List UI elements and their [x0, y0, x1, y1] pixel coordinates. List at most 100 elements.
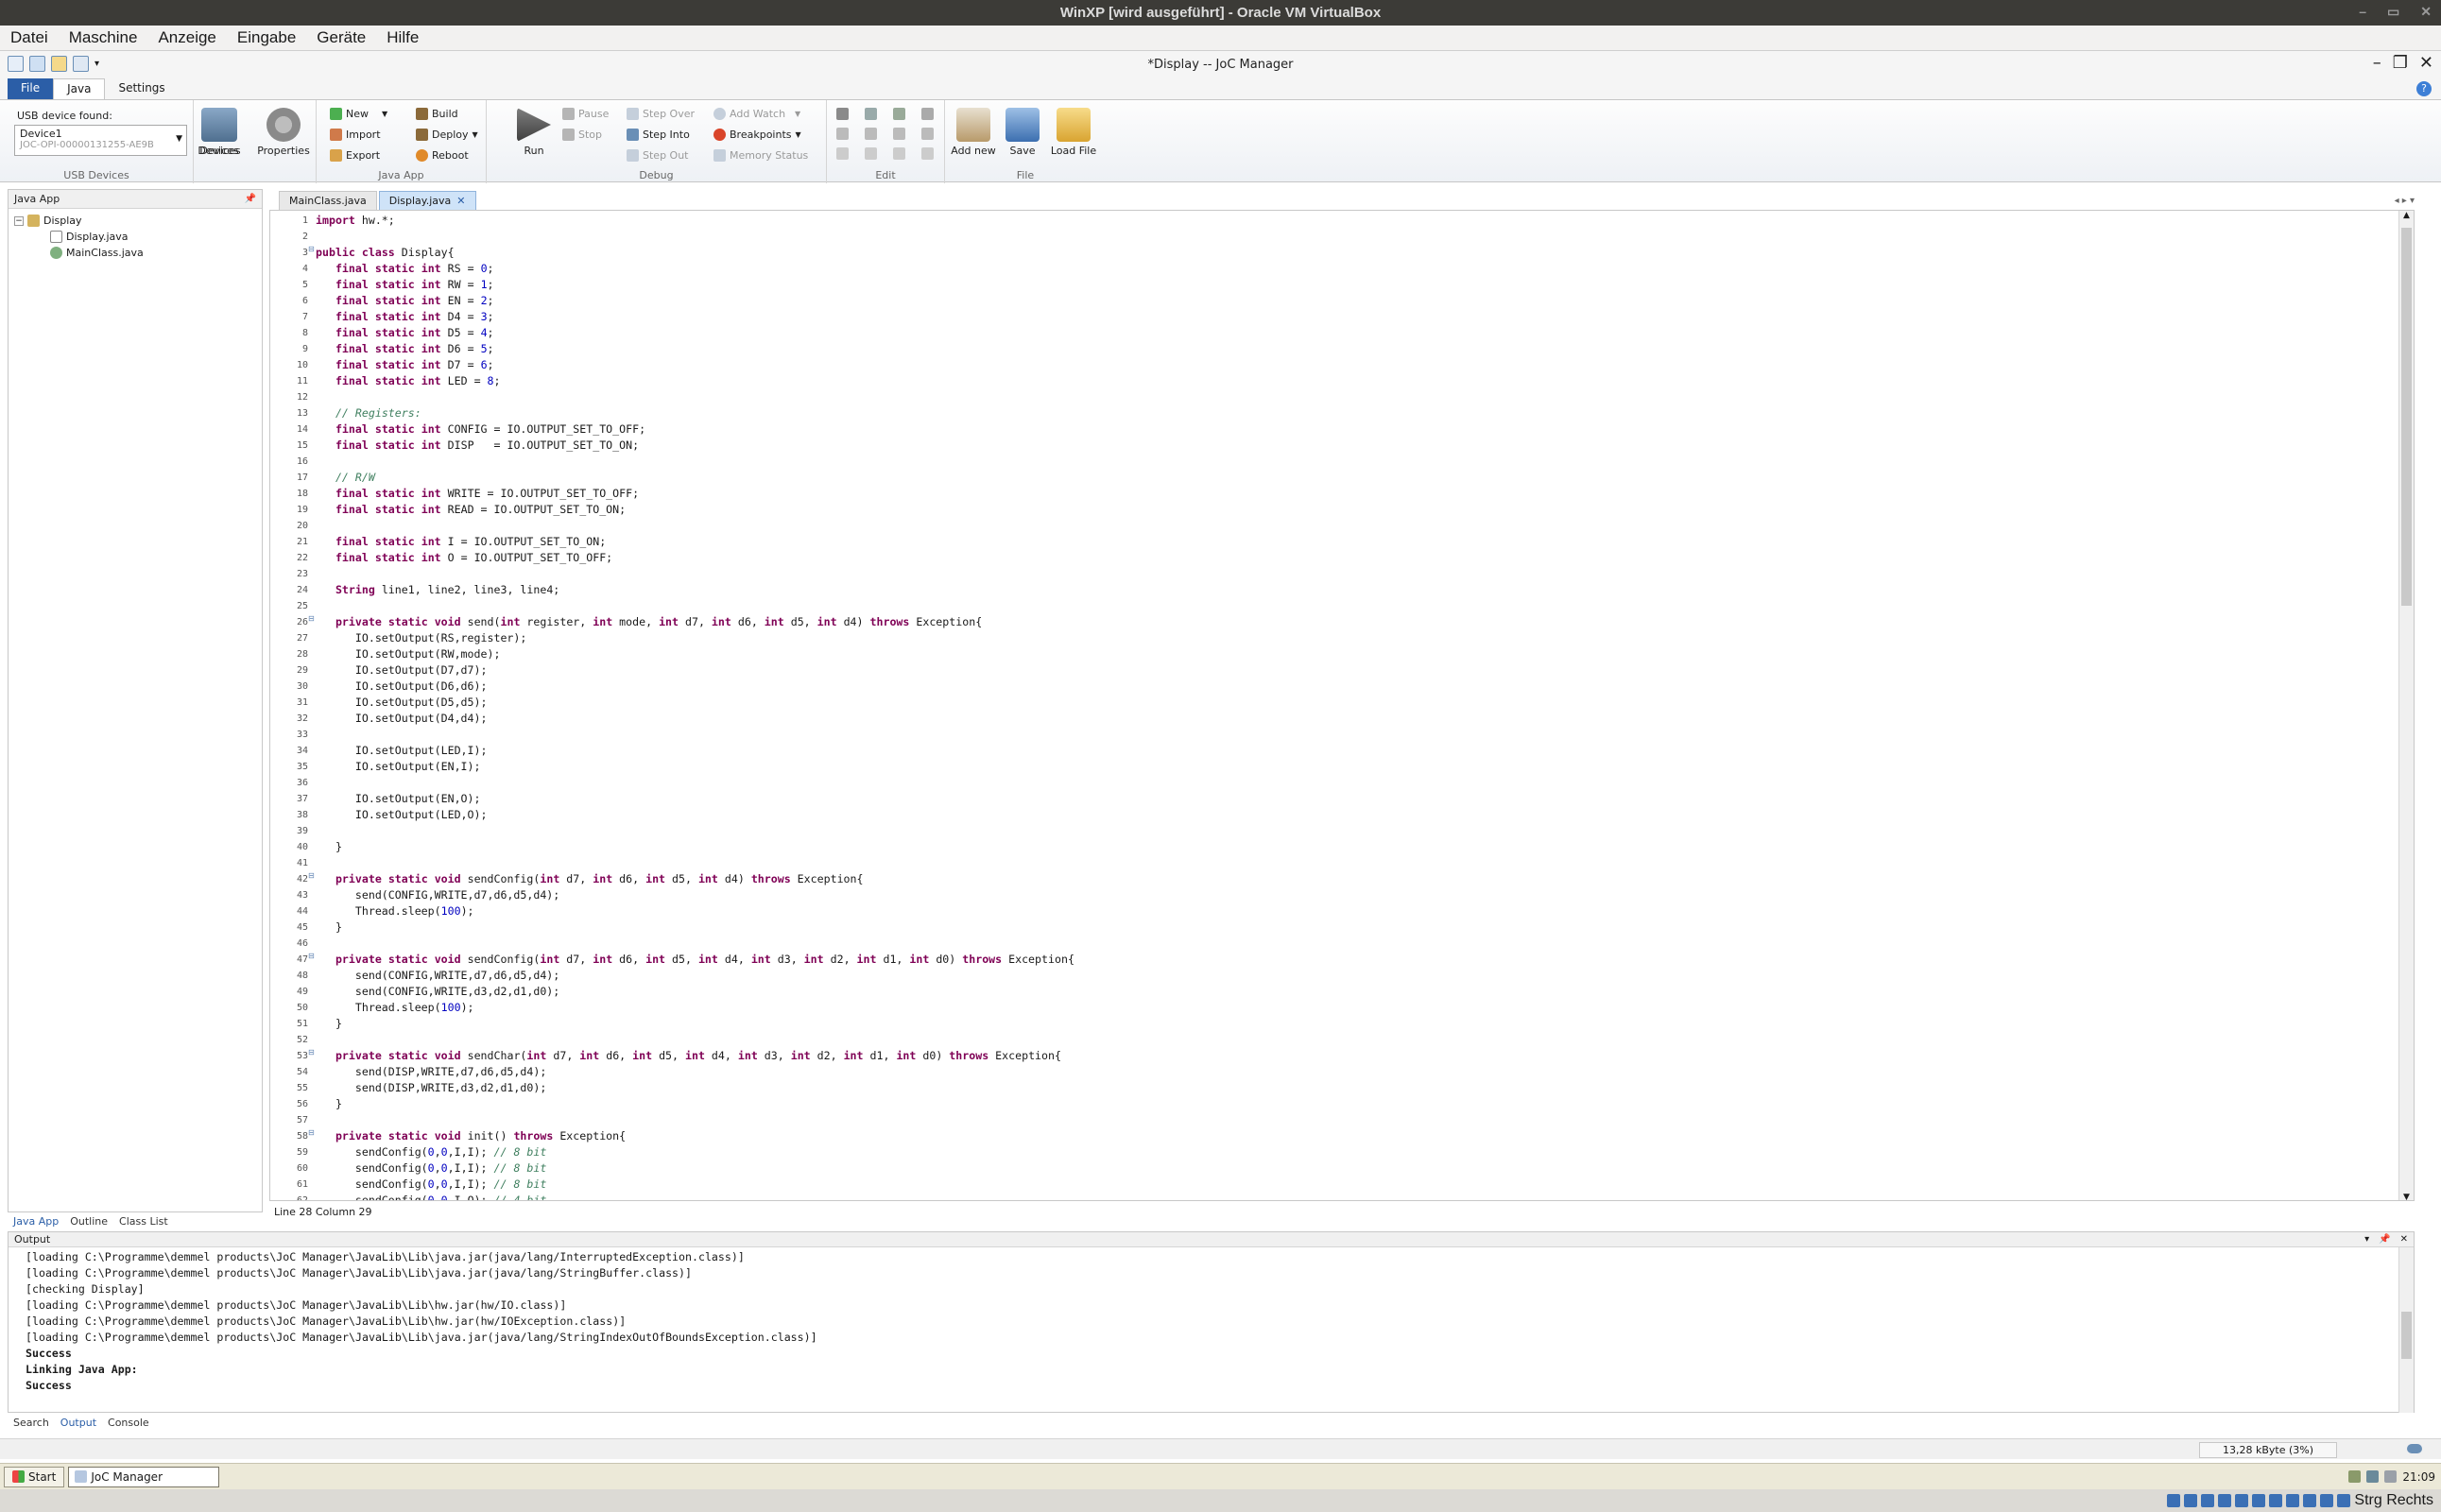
- app-close-button[interactable]: ✕: [2419, 53, 2433, 73]
- stop-button[interactable]: Stop: [562, 129, 602, 141]
- code-line[interactable]: String line1, line2, line3, line4;: [316, 582, 2385, 598]
- mouse-integration-icon[interactable]: [2320, 1494, 2334, 1507]
- code-line[interactable]: [316, 936, 2385, 952]
- output-scrollbar[interactable]: [2398, 1247, 2414, 1413]
- code-line[interactable]: final static int EN = 2;: [316, 293, 2385, 309]
- undo-icon[interactable]: [836, 147, 849, 160]
- usb-device-select[interactable]: Device1 JOC-OPI-00000131255-AE9B ▼: [14, 125, 187, 156]
- code-line[interactable]: final static int D5 = 4;: [316, 325, 2385, 341]
- code-line[interactable]: private static void sendConfig(int d7, i…: [316, 952, 2385, 968]
- save-button[interactable]: Save: [998, 108, 1047, 157]
- pause-button[interactable]: Pause: [562, 108, 609, 120]
- audio-icon[interactable]: [2201, 1494, 2215, 1507]
- copy-icon[interactable]: [865, 108, 877, 120]
- code-line[interactable]: final static int LED = 8;: [316, 373, 2385, 389]
- optical-icon[interactable]: [2184, 1494, 2198, 1507]
- code-line[interactable]: IO.setOutput(D6,d6);: [316, 679, 2385, 695]
- hdd-icon[interactable]: [2167, 1494, 2181, 1507]
- code-line[interactable]: [316, 598, 2385, 614]
- close-tab-icon[interactable]: ✕: [456, 195, 465, 207]
- network-adapter-icon[interactable]: [2218, 1494, 2232, 1507]
- tab-output[interactable]: Output: [55, 1415, 102, 1431]
- output-close-icon[interactable]: ✕: [2400, 1234, 2408, 1245]
- tab-java[interactable]: Java: [53, 78, 106, 99]
- editor-scroll-thumb[interactable]: [2401, 228, 2412, 606]
- tab-class-list[interactable]: Class List: [113, 1213, 174, 1229]
- recording-icon[interactable]: [2286, 1494, 2300, 1507]
- volume-icon[interactable]: [2366, 1470, 2380, 1483]
- code-line[interactable]: [316, 1112, 2385, 1128]
- host-close-button[interactable]: ✕: [2420, 4, 2432, 20]
- code-line[interactable]: send(CONFIG,WRITE,d3,d2,d1,d0);: [316, 984, 2385, 1000]
- build-button[interactable]: Build: [416, 108, 458, 120]
- app-minimize-button[interactable]: –: [2373, 53, 2381, 73]
- code-line[interactable]: IO.setOutput(D7,d7);: [316, 662, 2385, 679]
- host-menu-anzeige[interactable]: Anzeige: [147, 28, 226, 47]
- code-line[interactable]: final static int I = IO.OUTPUT_SET_TO_ON…: [316, 534, 2385, 550]
- code-line[interactable]: sendConfig(0,0,I,O); // 4 bit: [316, 1193, 2385, 1200]
- editor-tab-mainclass[interactable]: MainClass.java: [279, 191, 377, 210]
- usb-icon[interactable]: [2235, 1494, 2249, 1507]
- code-line[interactable]: Thread.sleep(100);: [316, 1000, 2385, 1016]
- code-line[interactable]: sendConfig(0,0,I,I); // 8 bit: [316, 1177, 2385, 1193]
- step-into-button[interactable]: Step Into: [627, 129, 690, 141]
- code-line[interactable]: sendConfig(0,0,I,I); // 8 bit: [316, 1160, 2385, 1177]
- scroll-up-icon[interactable]: ▲: [2399, 211, 2414, 220]
- host-menu-hilfe[interactable]: Hilfe: [376, 28, 429, 47]
- redo-icon[interactable]: [865, 147, 877, 160]
- tray-icon[interactable]: [2384, 1470, 2398, 1483]
- cut-icon[interactable]: [836, 108, 849, 120]
- code-line[interactable]: final static int D6 = 5;: [316, 341, 2385, 357]
- host-menu-eingabe[interactable]: Eingabe: [227, 28, 306, 47]
- code-line[interactable]: IO.setOutput(LED,O);: [316, 807, 2385, 823]
- start-button[interactable]: Start: [4, 1466, 65, 1487]
- code-line[interactable]: [316, 1032, 2385, 1048]
- output-scroll-thumb[interactable]: [2401, 1312, 2412, 1359]
- code-line[interactable]: private static void init() throws Except…: [316, 1128, 2385, 1144]
- code-line[interactable]: }: [316, 1016, 2385, 1032]
- code-line[interactable]: [316, 389, 2385, 405]
- network-icon[interactable]: [2348, 1470, 2362, 1483]
- deploy-button[interactable]: Deploy ▼: [416, 129, 478, 141]
- code-line[interactable]: IO.setOutput(D5,d5);: [316, 695, 2385, 711]
- code-line[interactable]: final static int RS = 0;: [316, 261, 2385, 277]
- code-line[interactable]: [316, 823, 2385, 839]
- step-over-button[interactable]: Step Over: [627, 108, 695, 120]
- shared-folder-icon[interactable]: [2252, 1494, 2266, 1507]
- collapse-icon[interactable]: −: [14, 215, 24, 226]
- add-new-button[interactable]: Add new: [949, 108, 998, 157]
- export-button[interactable]: Export: [330, 149, 380, 162]
- import-button[interactable]: Import: [330, 129, 381, 141]
- comment-icon[interactable]: [921, 147, 934, 160]
- code-line[interactable]: IO.setOutput(RW,mode);: [316, 646, 2385, 662]
- scroll-down-icon[interactable]: ▼: [2399, 1193, 2414, 1200]
- code-line[interactable]: final static int DISP = IO.OUTPUT_SET_TO…: [316, 438, 2385, 454]
- code-line[interactable]: send(DISP,WRITE,d3,d2,d1,d0);: [316, 1080, 2385, 1096]
- host-maximize-button[interactable]: ▭: [2387, 4, 2399, 20]
- code-line[interactable]: IO.setOutput(D4,d4);: [316, 711, 2385, 727]
- outdent-icon[interactable]: [893, 147, 905, 160]
- tab-file[interactable]: File: [8, 78, 54, 99]
- code-line[interactable]: IO.setOutput(RS,register);: [316, 630, 2385, 646]
- code-line[interactable]: final static int O = IO.OUTPUT_SET_TO_OF…: [316, 550, 2385, 566]
- breakpoints-button[interactable]: Breakpoints ▼: [713, 129, 801, 141]
- code-line[interactable]: // R/W: [316, 470, 2385, 486]
- editor-scrollbar[interactable]: ▲ ▼: [2398, 211, 2414, 1200]
- tree-item-display-java[interactable]: Display.java: [50, 229, 256, 245]
- paste-icon[interactable]: [893, 108, 905, 120]
- code-line[interactable]: [316, 454, 2385, 470]
- replace-icon[interactable]: [893, 128, 905, 140]
- load-file-button[interactable]: Load File: [1049, 108, 1098, 157]
- run-button[interactable]: Run: [509, 108, 559, 157]
- code-line[interactable]: [316, 518, 2385, 534]
- add-watch-button[interactable]: Add Watch ▼: [713, 108, 800, 120]
- code-line[interactable]: }: [316, 1096, 2385, 1112]
- taskbar-item-joc-manager[interactable]: JoC Manager: [68, 1466, 220, 1487]
- code-line[interactable]: final static int WRITE = IO.OUTPUT_SET_T…: [316, 486, 2385, 502]
- help-icon[interactable]: ?: [2416, 81, 2432, 96]
- app-restore-button[interactable]: ❐: [2393, 53, 2408, 73]
- code-line[interactable]: [316, 566, 2385, 582]
- code-line[interactable]: import hw.*;: [316, 213, 2385, 229]
- code-line[interactable]: private static void sendChar(int d7, int…: [316, 1048, 2385, 1064]
- code-line[interactable]: [316, 229, 2385, 245]
